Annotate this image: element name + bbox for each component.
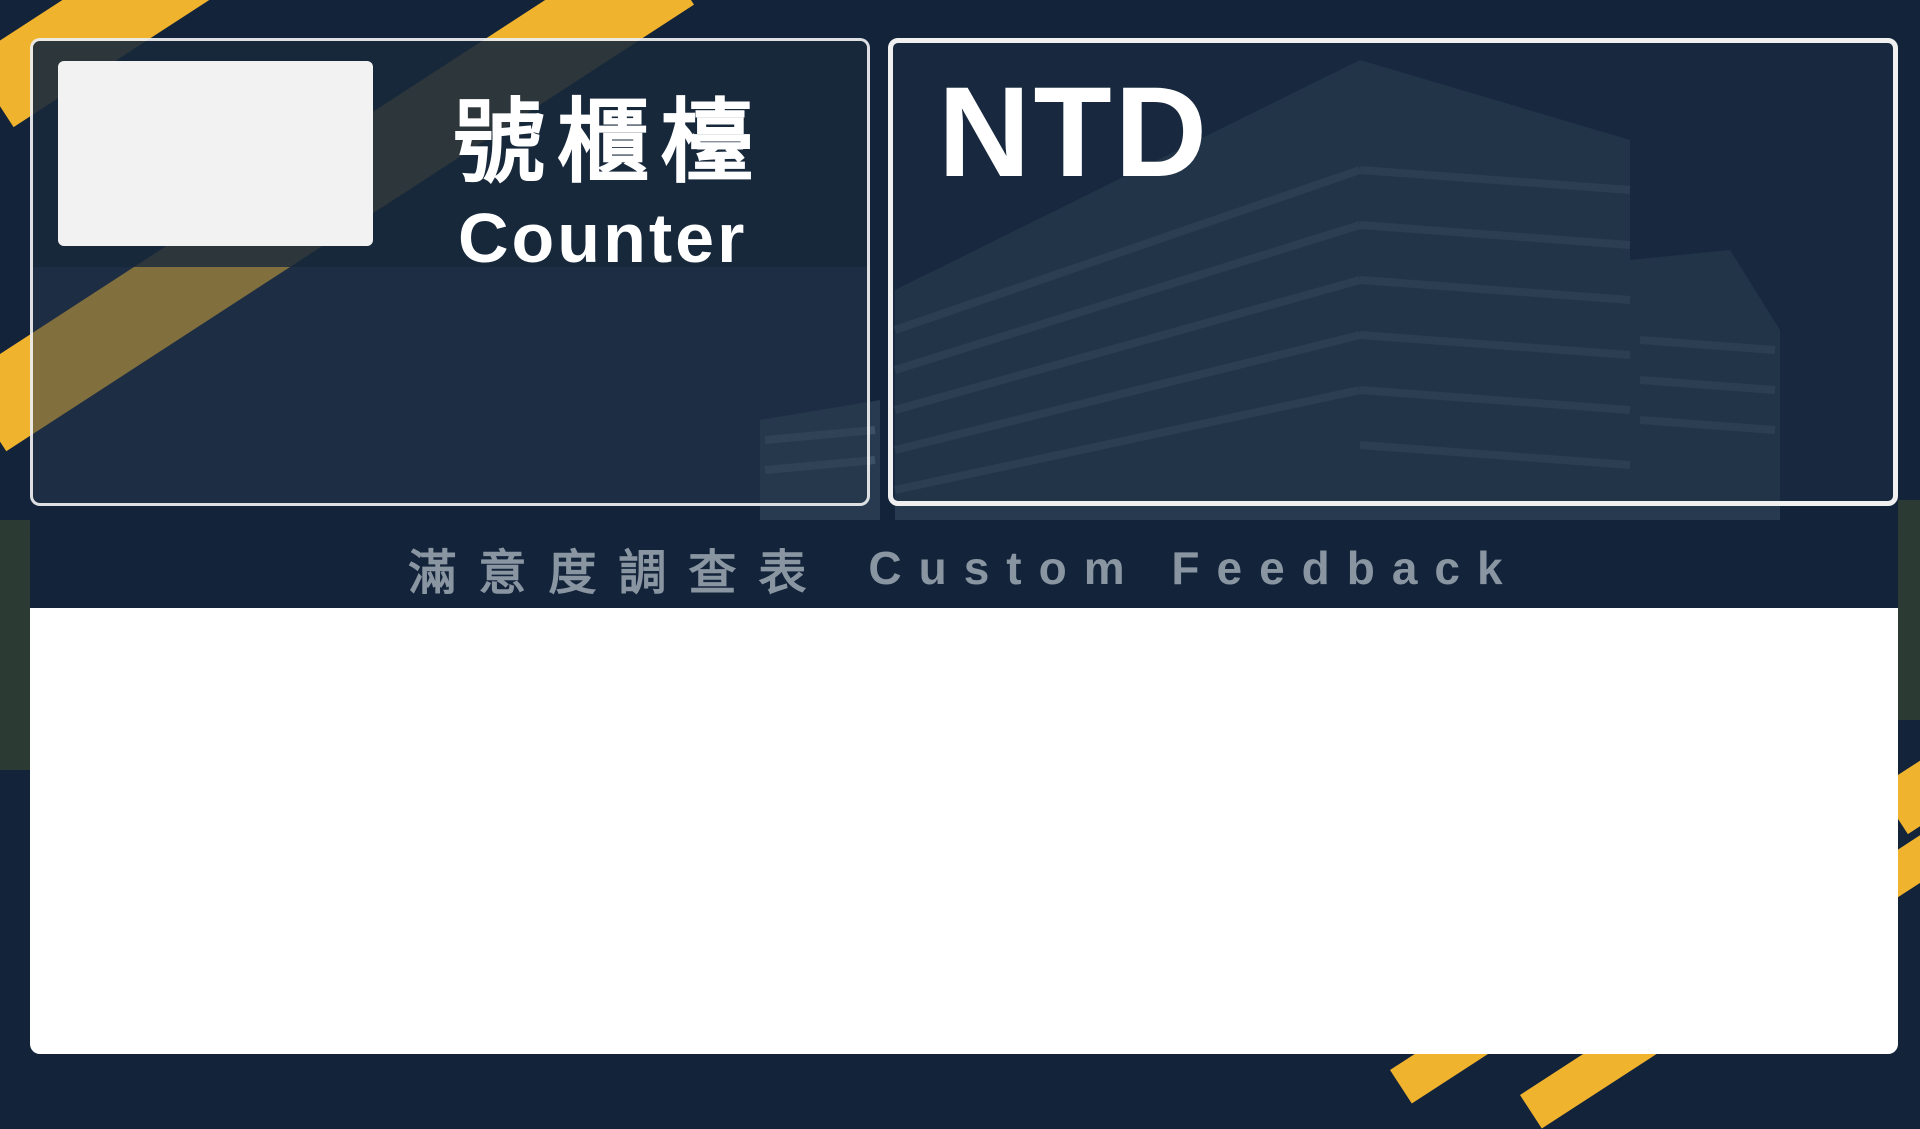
feedback-header: 滿意度調查表 Custom Feedback [30,528,1898,608]
counter-number-display [58,61,373,246]
feedback-title-zh: 滿意度調查表 [408,545,829,601]
counter-title-en: Counter [458,199,748,277]
currency-label: NTD [938,61,1211,204]
currency-display-panel: NTD [888,38,1898,506]
counter-title-zh: 號櫃檯 [453,89,766,196]
feedback-content-area[interactable] [30,608,1898,1054]
feedback-title-en: Custom Feedback [868,542,1520,594]
counter-panel: 號櫃檯 Counter [30,38,870,506]
